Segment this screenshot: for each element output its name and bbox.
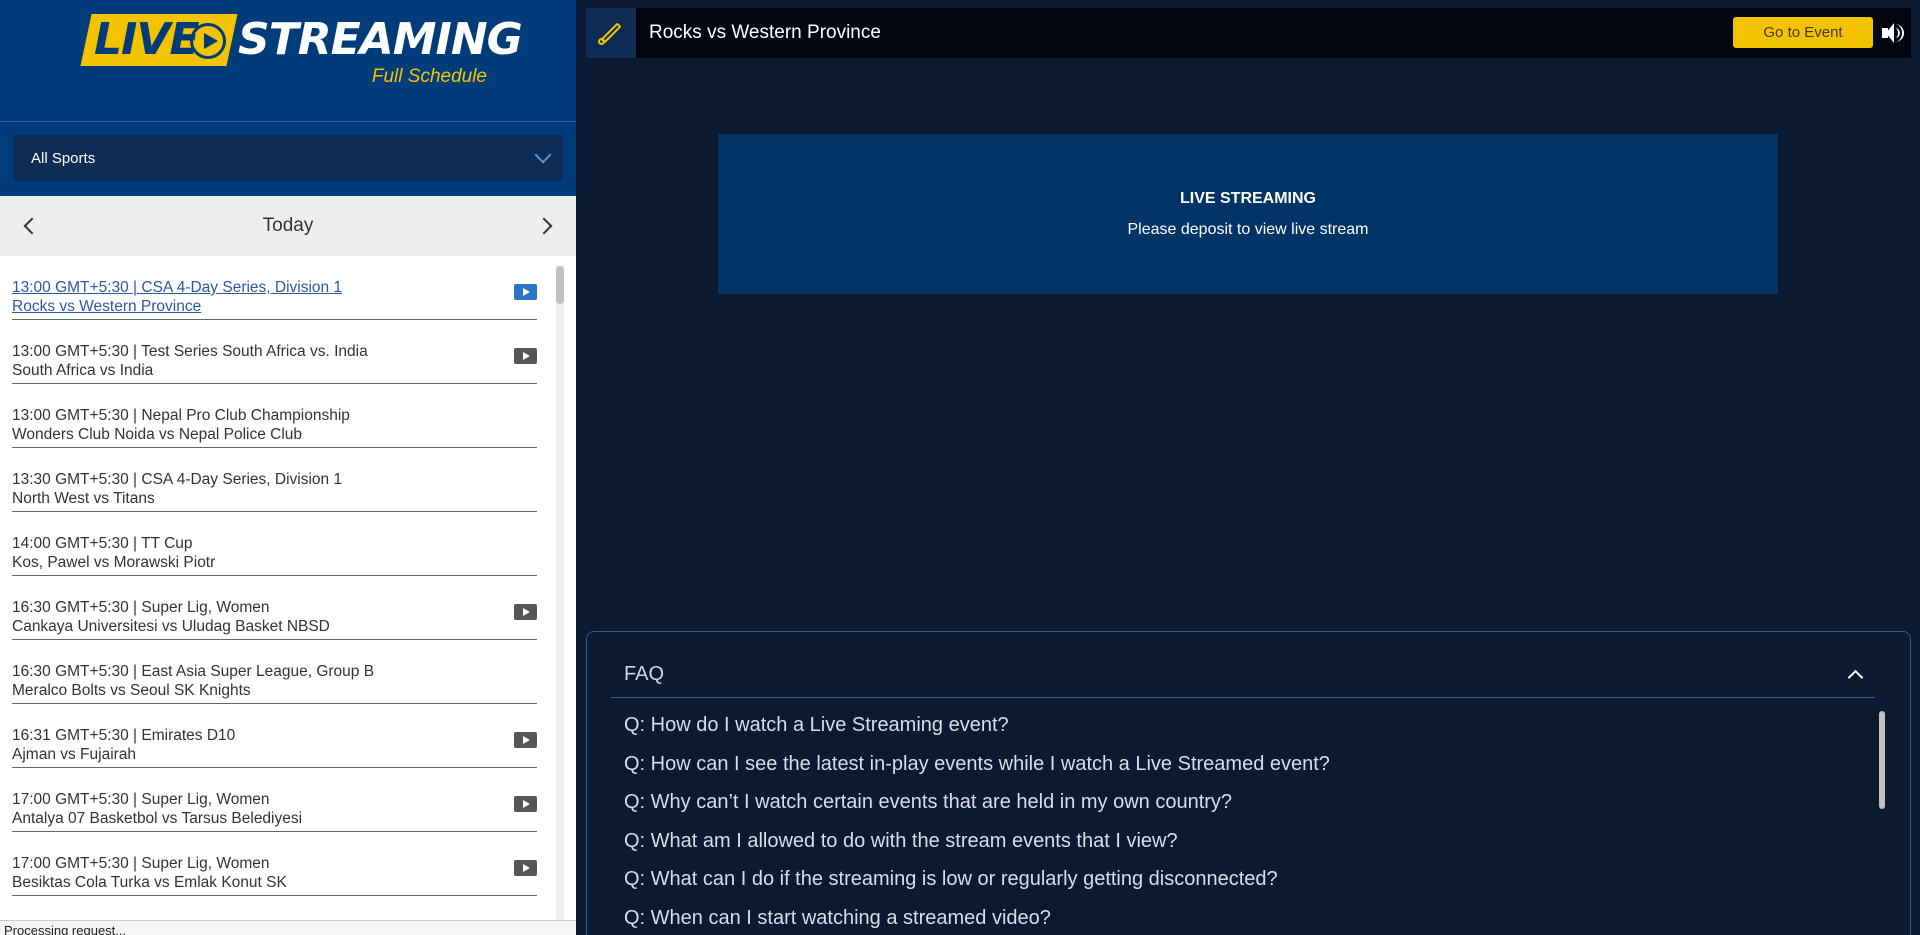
sport-select-value: All Sports	[31, 149, 96, 167]
chevron-up-icon[interactable]	[1847, 669, 1864, 686]
faq-scrollbar[interactable]	[1879, 711, 1885, 935]
event-time-competition: 13:00 GMT+5:30 | CSA 4-Day Series, Divis…	[12, 279, 343, 296]
event-time-competition: 13:00 GMT+5:30 | Test Series South Afric…	[12, 343, 368, 360]
faq-title: FAQ	[624, 663, 665, 685]
sport-select[interactable]: All Sports	[13, 135, 563, 181]
cricket-ball-shape	[598, 38, 605, 45]
event-match: Cankaya Universitesi vs Uludag Basket NB…	[12, 618, 330, 635]
logo-area: LIVE STREAMING Full Schedule	[0, 0, 576, 122]
event-time-competition: 13:00 GMT+5:30 | Nepal Pro Club Champion…	[12, 407, 350, 424]
event-match: North West vs Titans	[12, 490, 155, 507]
event-row[interactable]: 13:00 GMT+5:30 | Test Series South Afric…	[12, 320, 537, 384]
play-video-icon[interactable]	[514, 604, 537, 620]
event-row[interactable]: 14:00 GMT+5:30 | TT Cup Kos, Pawel vs Mor…	[12, 512, 537, 576]
event-match: Wonders Club Noida vs Nepal Police Club	[12, 426, 303, 443]
faq-question[interactable]: Q: What am I allowed to do with the stre…	[624, 830, 1178, 853]
event-match: Meralco Bolts vs Seoul SK Knights	[12, 682, 251, 699]
play-video-icon[interactable]	[514, 348, 537, 364]
faq-question[interactable]: Q: How can I see the latest in-play even…	[624, 753, 1330, 776]
event-row[interactable]: 16:30 GMT+5:30 | Super Lig, Women Cankaya…	[12, 576, 537, 640]
event-row[interactable]: 13:00 GMT+5:30 | CSA 4-Day Series, Divis…	[12, 256, 537, 320]
event-time-competition: 16:30 GMT+5:30 | Super Lig, Women	[12, 599, 270, 616]
full-schedule-link[interactable]: Full Schedule	[372, 66, 487, 88]
event-match: South Africa vs India	[12, 362, 154, 379]
stream-title: LIVE STREAMING	[1179, 190, 1316, 207]
scrollbar-thumb[interactable]	[556, 266, 564, 304]
play-video-icon[interactable]	[514, 732, 537, 748]
event-list-scrollbar[interactable]	[556, 266, 564, 935]
browser-status-bar: Processing request...	[0, 920, 638, 935]
event-time-competition: 13:30 GMT+5:30 | CSA 4-Day Series, Divis…	[12, 471, 343, 488]
event-time-competition: 16:31 GMT+5:30 | Emirates D10	[12, 727, 236, 744]
logo-live-text: LIVE	[94, 14, 200, 65]
faq-question[interactable]: Q: How do I watch a Live Streaming event…	[624, 714, 1009, 737]
event-match: Antalya 07 Basketbol vs Tarsus Belediyes…	[12, 810, 303, 827]
go-to-event-button[interactable]: Go to Event	[1733, 17, 1873, 48]
play-video-icon[interactable]	[514, 796, 537, 812]
event-time-competition: 17:00 GMT+5:30 | Super Lig, Women	[12, 791, 270, 808]
event-list: 13:00 GMT+5:30 | CSA 4-Day Series, Divis…	[0, 256, 576, 935]
faq-panel: FAQ Q: How do I watch a Live Streaming e…	[586, 631, 1911, 935]
event-row[interactable]: 17:00 GMT+5:30 | Super Lig, Women Besikta…	[12, 832, 537, 896]
event-row[interactable]: 13:00 GMT+5:30 | Nepal Pro Club Champion…	[12, 384, 537, 448]
event-match: Kos, Pawel vs Morawski Piotr	[12, 554, 216, 571]
sport-filter-bar: All Sports	[0, 122, 576, 196]
faq-header[interactable]: FAQ	[611, 632, 1875, 698]
event-row[interactable]: 16:31 GMT+5:30 | Emirates D10 Ajman vs Fu…	[12, 704, 537, 768]
next-day-arrow-icon[interactable]	[535, 217, 553, 235]
faq-scrollbar-thumb[interactable]	[1879, 711, 1885, 809]
event-row[interactable]: 17:00 GMT+5:30 | Super Lig, Women Antalya…	[12, 768, 537, 832]
event-row[interactable]: 13:30 GMT+5:30 | CSA 4-Day Series, Divis…	[12, 448, 537, 512]
prev-day-arrow-icon[interactable]	[23, 217, 41, 235]
event-match: Rocks vs Western Province	[12, 298, 202, 315]
faq-question[interactable]: Q: What can I do if the streaming is low…	[624, 868, 1278, 891]
play-video-icon[interactable]	[514, 284, 537, 300]
main-panel: Rocks vs Western Province Go to Event LI…	[576, 0, 1920, 935]
stream-player: LIVE STREAMING Please deposit to view li…	[718, 134, 1778, 294]
play-video-icon[interactable]	[514, 860, 537, 876]
event-header: Rocks vs Western Province Go to Event	[586, 8, 1911, 58]
date-label: Today	[262, 215, 314, 236]
event-title: Rocks vs Western Province	[649, 22, 881, 43]
event-time-competition: 14:00 GMT+5:30 | TT Cup	[12, 535, 193, 552]
faq-question[interactable]: Q: Why can’t I watch certain events that…	[624, 791, 1232, 814]
event-time-competition: 16:30 GMT+5:30 | East Asia Super League,…	[12, 663, 375, 680]
stream-message: Please deposit to view live stream	[1127, 221, 1369, 238]
chevron-down-icon	[534, 146, 552, 164]
event-match: Besiktas Cola Turka vs Emlak Konut SK	[12, 874, 287, 891]
play-circle-icon	[190, 23, 226, 59]
volume-icon[interactable]	[1882, 23, 1906, 43]
event-row[interactable]: 16:30 GMT+5:30 | East Asia Super League,…	[12, 640, 537, 704]
logo-streaming-text: STREAMING	[238, 14, 523, 65]
event-match: Ajman vs Fujairah	[12, 746, 137, 763]
date-navigator: Today	[0, 196, 576, 256]
cricket-icon	[586, 8, 636, 58]
schedule-sidebar: LIVE STREAMING Full Schedule All Sports …	[0, 0, 576, 935]
faq-question[interactable]: Q: When can I start watching a streamed …	[624, 907, 1051, 930]
event-time-competition: 17:00 GMT+5:30 | Super Lig, Women	[12, 855, 270, 872]
